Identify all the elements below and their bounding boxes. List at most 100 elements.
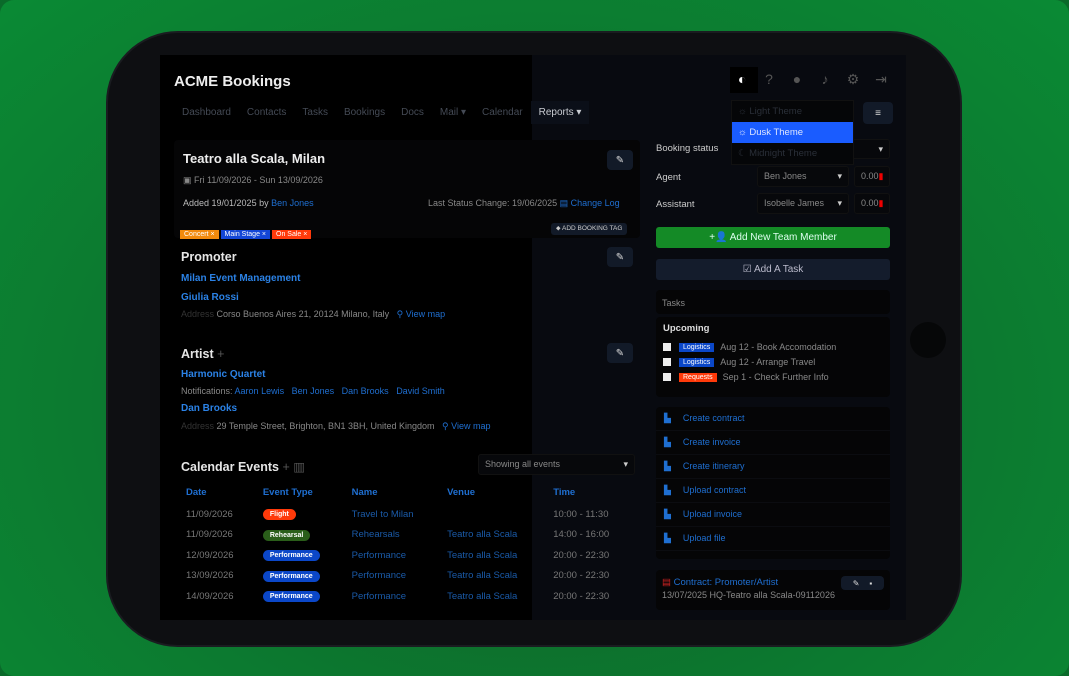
event-venue-link[interactable] bbox=[441, 504, 547, 525]
nav-dashboard[interactable]: Dashboard bbox=[174, 107, 239, 124]
col-event-type[interactable]: Event Type bbox=[257, 483, 346, 504]
notification-user[interactable]: Aaron Lewis bbox=[235, 386, 285, 396]
document-action[interactable]: ▙ Create invoice bbox=[656, 431, 890, 455]
edit-artist-button[interactable]: ✎ bbox=[607, 343, 633, 363]
add-member-label: Add New Team Member bbox=[729, 232, 837, 243]
nav-bookings[interactable]: Bookings bbox=[336, 107, 393, 124]
document-action[interactable]: ▙ Upload contract bbox=[656, 479, 890, 503]
event-name-link[interactable]: Performance bbox=[346, 545, 441, 566]
booking-tags: Concert × Main Stage × On Sale × bbox=[180, 223, 313, 241]
delete-icon[interactable]: ▮ bbox=[879, 198, 884, 208]
col-time[interactable]: Time bbox=[547, 483, 635, 504]
add-event-icon[interactable]: + bbox=[282, 460, 289, 474]
change-log-link[interactable]: ▤ Change Log bbox=[560, 198, 620, 208]
nav-contacts[interactable]: Contacts bbox=[239, 107, 294, 124]
view-map-label: View map bbox=[451, 421, 491, 431]
tag-concert[interactable]: Concert × bbox=[180, 230, 219, 239]
edit-booking-button[interactable]: ✎ bbox=[607, 150, 633, 170]
nav-mail[interactable]: Mail ▾ bbox=[432, 107, 474, 124]
artist-name-link[interactable]: Harmonic Quartet bbox=[181, 369, 265, 380]
event-time: 20:00 - 22:30 bbox=[553, 549, 610, 561]
event-venue-link[interactable]: Teatro alla Scala bbox=[441, 586, 547, 607]
nav-reports[interactable]: Reports ▾ bbox=[530, 101, 590, 124]
bell-icon[interactable]: ♪ bbox=[816, 71, 834, 88]
event-time: 20:00 - 22:30 bbox=[553, 590, 610, 602]
user-icon[interactable]: ● bbox=[788, 71, 806, 88]
calendar-heading-label: Calendar Events bbox=[181, 460, 279, 474]
agent-fee[interactable]: 0.00▮ bbox=[854, 166, 890, 187]
add-column-icon[interactable]: ▥ bbox=[293, 460, 305, 474]
add-artist-icon[interactable]: + bbox=[217, 347, 224, 361]
main-nav: Dashboard Contacts Tasks Bookings Docs M… bbox=[174, 101, 590, 124]
event-type-cell: Performance bbox=[257, 545, 346, 566]
document-action[interactable]: ▙ Upload invoice bbox=[656, 503, 890, 527]
table-row: 14/09/2026 Performance Performance Teatr… bbox=[180, 586, 635, 607]
artist-contact-link[interactable]: Dan Brooks bbox=[181, 403, 237, 414]
notification-user[interactable]: David Smith bbox=[396, 386, 445, 396]
task-text[interactable]: Aug 12 - Book Accomodation bbox=[720, 342, 836, 352]
task-tag: Logistics bbox=[679, 342, 715, 352]
theme-dusk[interactable]: ☼ Dusk Theme bbox=[732, 122, 853, 143]
add-booking-tag-button[interactable]: ⬥ ADD BOOKING TAG bbox=[551, 223, 628, 235]
delete-icon[interactable]: ▮ bbox=[879, 171, 884, 181]
event-name-link[interactable]: Performance bbox=[346, 586, 441, 607]
event-type-cell: Performance bbox=[257, 586, 346, 607]
add-team-member-button[interactable]: +👤 Add New Team Member bbox=[656, 227, 890, 248]
promoter-contact-link[interactable]: Giulia Rossi bbox=[181, 292, 239, 303]
task-text[interactable]: Aug 12 - Arrange Travel bbox=[720, 357, 815, 367]
task-item: Logistics Aug 12 - Arrange Travel bbox=[663, 357, 890, 367]
add-task-button[interactable]: ☑ Add A Task bbox=[656, 259, 890, 280]
notification-user[interactable]: Dan Brooks bbox=[342, 386, 389, 396]
document-action[interactable]: ▙ Create contract bbox=[656, 407, 890, 431]
help-icon[interactable]: ? bbox=[760, 71, 778, 88]
agent-select[interactable]: Ben Jones ▾ bbox=[757, 166, 849, 187]
edit-promoter-button[interactable]: ✎ bbox=[607, 247, 633, 267]
task-checkbox[interactable] bbox=[663, 358, 671, 366]
artist-view-map-link[interactable]: ⚲ View map bbox=[442, 421, 490, 431]
add-user-icon: +👤 bbox=[709, 232, 730, 243]
promoter-view-map-link[interactable]: ⚲ View map bbox=[397, 309, 445, 319]
assistant-value: Isobelle James bbox=[764, 198, 825, 208]
theme-midnight[interactable]: ☾ Midnight Theme bbox=[732, 143, 853, 164]
task-text[interactable]: Sep 1 - Check Further Info bbox=[723, 372, 829, 382]
task-checkbox[interactable] bbox=[663, 343, 671, 351]
col-venue[interactable]: Venue bbox=[441, 483, 547, 504]
assistant-fee[interactable]: 0.00▮ bbox=[854, 193, 890, 214]
tag-main-stage[interactable]: Main Stage × bbox=[220, 230, 270, 239]
last-status: Last Status Change: 19/06/2025 bbox=[428, 198, 558, 208]
theme-icon[interactable]: ◐ bbox=[738, 71, 746, 87]
document-action[interactable]: ▙ Upload file bbox=[656, 527, 890, 551]
event-name-link[interactable]: Rehearsals bbox=[346, 525, 441, 546]
assistant-select[interactable]: Isobelle James ▾ bbox=[757, 193, 849, 214]
delete-contract-icon[interactable]: ▪ bbox=[869, 579, 872, 588]
event-venue-link[interactable]: Teatro alla Scala bbox=[441, 566, 547, 587]
col-name[interactable]: Name bbox=[346, 483, 441, 504]
edit-contract-icon[interactable]: ✎ bbox=[853, 579, 860, 588]
nav-tasks[interactable]: Tasks bbox=[294, 107, 336, 124]
logout-icon[interactable]: ⇥ bbox=[872, 71, 890, 88]
tag-on-sale[interactable]: On Sale × bbox=[272, 230, 312, 239]
event-venue-link[interactable]: Teatro alla Scala bbox=[441, 545, 547, 566]
nav-calendar[interactable]: Calendar bbox=[474, 107, 531, 124]
contract-link[interactable]: Contract: Promoter/Artist bbox=[674, 577, 779, 588]
event-type-badge: Performance bbox=[262, 550, 320, 562]
contract-actions: ✎ ▪ bbox=[841, 576, 884, 590]
task-checkbox[interactable] bbox=[663, 373, 671, 381]
event-filter-select[interactable]: Showing all events ▾ bbox=[478, 454, 635, 475]
sidebar-toggle-button[interactable]: ≡ bbox=[863, 102, 893, 124]
app-screen: ACME Bookings Dashboard Contacts Tasks B… bbox=[160, 55, 906, 620]
document-action[interactable]: ▙ Create itinerary bbox=[656, 455, 890, 479]
promoter-company-link[interactable]: Milan Event Management bbox=[181, 273, 300, 284]
theme-light[interactable]: ☼ Light Theme bbox=[732, 101, 853, 122]
gear-icon[interactable]: ⚙ bbox=[844, 71, 862, 88]
event-name-link[interactable]: Performance bbox=[346, 566, 441, 587]
col-date[interactable]: Date bbox=[180, 483, 257, 504]
nav-docs[interactable]: Docs bbox=[393, 107, 432, 124]
event-venue-link[interactable]: Teatro alla Scala bbox=[441, 525, 547, 546]
change-log-label: Change Log bbox=[570, 198, 620, 208]
map-pin-icon: ⚲ bbox=[442, 421, 449, 431]
booking-title: Teatro alla Scala, Milan bbox=[183, 151, 326, 166]
added-by-link[interactable]: Ben Jones bbox=[271, 198, 314, 208]
event-name-link[interactable]: Travel to Milan bbox=[346, 504, 441, 525]
notification-user[interactable]: Ben Jones bbox=[292, 386, 335, 396]
